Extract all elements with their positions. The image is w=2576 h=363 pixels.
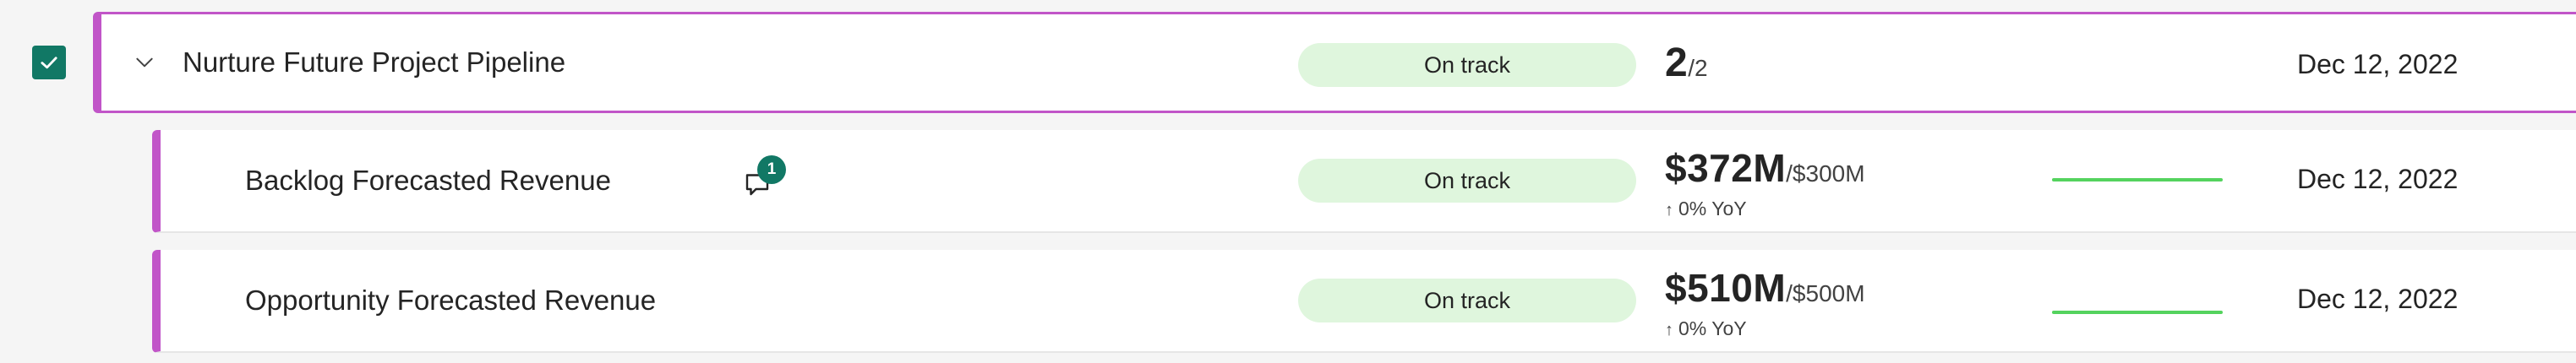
checkmark-icon bbox=[41, 57, 57, 69]
status-badge[interactable]: On track bbox=[1298, 279, 1636, 322]
comment-button[interactable]: 1 bbox=[742, 155, 793, 206]
status-badge[interactable]: On track bbox=[1298, 159, 1636, 203]
target-value: /$500M bbox=[1786, 280, 1865, 306]
metric-change: ↑ 0% YoY bbox=[1665, 317, 1747, 340]
change-text: 0% YoY bbox=[1678, 198, 1747, 219]
status-badge[interactable]: On track bbox=[1298, 43, 1636, 87]
goal-row-child[interactable]: Backlog Forecasted Revenue 1 On track $3… bbox=[152, 130, 2576, 233]
arrow-up-icon: ↑ bbox=[1665, 321, 1673, 339]
due-date: Dec 12, 2022 bbox=[2297, 49, 2459, 79]
metric-value-group[interactable]: $510M/$500M bbox=[1665, 265, 1865, 311]
target-value: /2 bbox=[1688, 55, 1708, 81]
chevron-down-icon bbox=[136, 57, 153, 68]
expand-collapse-button[interactable] bbox=[132, 50, 157, 75]
current-value: 2 bbox=[1665, 41, 1689, 85]
metric-value-group[interactable]: 2/2 bbox=[1665, 40, 1708, 86]
goal-row-parent[interactable]: Nurture Future Project Pipeline On track… bbox=[93, 12, 2576, 113]
goal-name[interactable]: Backlog Forecasted Revenue bbox=[245, 164, 611, 198]
goal-row-child[interactable]: Opportunity Forecasted Revenue On track … bbox=[152, 250, 2576, 353]
current-value: $510M bbox=[1665, 266, 1787, 310]
goal-name[interactable]: Nurture Future Project Pipeline bbox=[183, 46, 565, 79]
trend-sparkline bbox=[2052, 311, 2223, 314]
comment-count-badge: 1 bbox=[757, 155, 786, 184]
metric-change: ↑ 0% YoY bbox=[1665, 198, 1747, 220]
target-value: /$300M bbox=[1786, 160, 1865, 187]
metric-value-group[interactable]: $372M/$300M bbox=[1665, 145, 1865, 191]
current-value: $372M bbox=[1665, 146, 1787, 190]
due-date: Dec 12, 2022 bbox=[2297, 164, 2459, 194]
row-select-checkbox[interactable] bbox=[32, 46, 66, 79]
change-text: 0% YoY bbox=[1678, 317, 1747, 339]
goal-name[interactable]: Opportunity Forecasted Revenue bbox=[245, 284, 656, 317]
due-date: Dec 12, 2022 bbox=[2297, 284, 2459, 314]
arrow-up-icon: ↑ bbox=[1665, 201, 1673, 219]
trend-sparkline bbox=[2052, 178, 2223, 182]
scorecard: Nurture Future Project Pipeline On track… bbox=[0, 0, 2576, 363]
